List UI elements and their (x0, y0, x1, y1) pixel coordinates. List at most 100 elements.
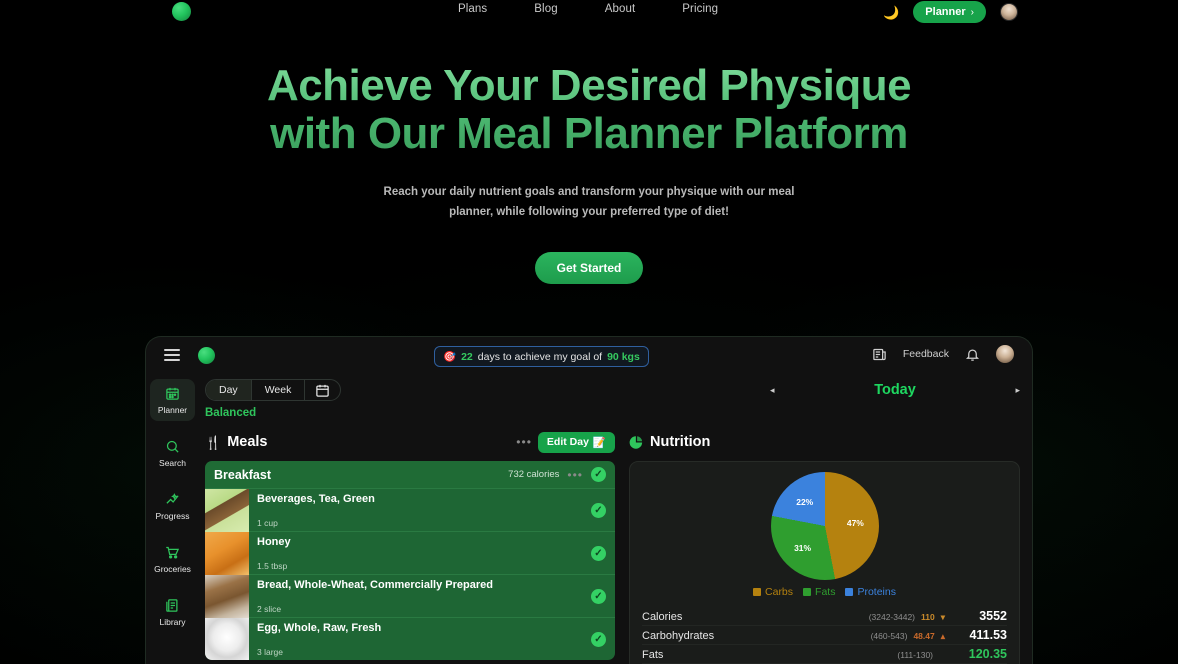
food-quantity: 1.5 tbsp (257, 560, 288, 571)
date-navigation: ◂ Today ▸ (770, 382, 1020, 398)
nutrient-label: Carbohydrates (642, 630, 715, 642)
food-check-icon[interactable]: ✓ (591, 502, 606, 518)
legend-item-proteins: Proteins (845, 586, 896, 598)
legend-swatch-carbs (753, 588, 762, 596)
nutrient-range: (460-543) (870, 631, 908, 641)
pie-chart-icon (629, 435, 644, 450)
food-check-icon[interactable]: ✓ (591, 631, 606, 647)
food-quantity: 1 cup (257, 517, 278, 528)
app-top-bar: 🎯 22 days to achieve my goal of 90 kgs F… (146, 337, 1032, 375)
app-panels: 🍴 Meals ••• Edit Day 📝 Breakfast 732 cal… (205, 431, 1020, 664)
list-item[interactable]: Egg, Whole, Raw, Fresh 3 large ✓ (205, 617, 615, 660)
food-check-icon[interactable]: ✓ (591, 588, 606, 604)
nutrition-card: 47% 31% 22% Carbs Fats Proteins Calories… (629, 461, 1020, 664)
meals-panel: 🍴 Meals ••• Edit Day 📝 Breakfast 732 cal… (205, 431, 615, 664)
food-name: Beverages, Tea, Green (257, 492, 375, 505)
hero-subheading: Reach your daily nutrient goals and tran… (383, 186, 795, 218)
cart-icon (165, 545, 180, 560)
sidebar-item-groceries-label: Groceries (154, 564, 191, 574)
feedback-link[interactable]: Feedback (903, 348, 949, 360)
food-thumbnail-icon (205, 488, 249, 532)
food-thumbnail-icon (205, 531, 249, 575)
sidebar-item-library[interactable]: Library (150, 591, 195, 633)
meal-check-icon[interactable]: ✓ (591, 467, 606, 482)
meals-panel-header: 🍴 Meals ••• Edit Day 📝 (205, 431, 615, 453)
sidebar-item-groceries[interactable]: Groceries (150, 538, 195, 580)
table-row: Fats (111-130) 120.35 (642, 645, 1007, 664)
pie-slice-label-carbs: 47% (846, 518, 864, 529)
app-topbar-right: Feedback (872, 345, 1014, 363)
avatar[interactable] (1000, 3, 1018, 21)
app-logo-icon[interactable] (198, 347, 215, 364)
planner-button[interactable]: Planner › (913, 1, 986, 23)
nav-link-plans[interactable]: Plans (458, 3, 487, 15)
nutrition-panel-header: Nutrition (629, 431, 1020, 453)
app-preview-window: 🎯 22 days to achieve my goal of 90 kgs F… (145, 336, 1033, 664)
search-icon (165, 439, 180, 454)
list-item[interactable]: Beverages, Tea, Green 1 cup ✓ (205, 488, 615, 532)
edit-icon: 📝 (592, 436, 606, 449)
previous-day-button[interactable]: ◂ (770, 385, 775, 396)
sidebar-item-progress[interactable]: Progress (150, 485, 195, 527)
tab-week[interactable]: Week (252, 380, 306, 400)
sidebar-item-library-label: Library (159, 617, 186, 627)
diet-type-label: Balanced (205, 407, 257, 419)
legend-swatch-fats (803, 588, 812, 596)
meals-panel-title: Meals (227, 434, 268, 450)
top-navigation-bar: Plans Blog About Pricing 🌙 Planner › (0, 0, 1178, 24)
hero-heading-line-2: with Our Meal Planner Platform (270, 109, 908, 158)
next-day-button[interactable]: ▸ (1015, 385, 1020, 396)
nutrient-delta-arrow-icon: ▴ (940, 631, 945, 641)
meal-card-breakfast: Breakfast 732 calories ••• ✓ Beverages, … (205, 461, 615, 660)
nutrient-range: (111-130) (897, 650, 933, 660)
nutrition-panel-title: Nutrition (650, 434, 711, 450)
bell-icon[interactable] (965, 347, 980, 362)
macros-pie-chart: 47% 31% 22% (642, 472, 1007, 580)
main-nav-links: Plans Blog About Pricing (458, 3, 718, 15)
pie-slice-label-proteins: 22% (796, 497, 814, 508)
list-item[interactable]: Honey 1.5 tbsp ✓ (205, 531, 615, 575)
progress-icon (165, 492, 180, 507)
pie-chart-graphic: 47% 31% 22% (770, 472, 879, 580)
calendar-icon (165, 386, 180, 401)
day-week-toggle: Day Week (205, 379, 342, 401)
app-avatar[interactable] (996, 345, 1014, 363)
food-quantity: 3 large (257, 646, 283, 657)
nutrient-label: Calories (642, 611, 683, 623)
hero-heading-line-1: Achieve Your Desired Physique (266, 61, 912, 110)
brand-logo-icon[interactable] (172, 2, 191, 21)
meal-header-breakfast[interactable]: Breakfast 732 calories ••• ✓ (205, 461, 615, 488)
nutrient-value: 120.35 (968, 647, 1007, 661)
nav-link-blog[interactable]: Blog (534, 3, 557, 15)
meal-menu-button[interactable]: ••• (567, 468, 583, 482)
tab-day[interactable]: Day (206, 380, 252, 400)
get-started-button[interactable]: Get Started (534, 252, 644, 284)
list-item[interactable]: Bread, Whole-Wheat, Commercially Prepare… (205, 574, 615, 618)
hamburger-icon[interactable] (164, 349, 180, 361)
app-body: Planner Search Progress Groceries Librar… (146, 375, 1032, 664)
sidebar-item-search[interactable]: Search (150, 432, 195, 474)
meals-menu-button[interactable]: ••• (516, 435, 532, 449)
sidebar-item-planner[interactable]: Planner (150, 379, 195, 421)
calendar-picker-button[interactable] (305, 380, 340, 400)
legend-item-carbs: Carbs (753, 586, 793, 598)
moon-icon[interactable]: 🌙 (883, 6, 899, 19)
nav-link-about[interactable]: About (605, 3, 636, 15)
table-row: Carbohydrates (460-543) 48.47 ▴ 411.53 (642, 626, 1007, 645)
nav-right-controls: 🌙 Planner › (883, 0, 1018, 24)
nutrient-delta: 48.47 (913, 631, 935, 641)
book-icon (165, 598, 180, 613)
nutrition-table: Calories (3242-3442) 110 ▾ 3552 Carbohyd… (642, 607, 1007, 664)
app-sidebar: Planner Search Progress Groceries Librar… (146, 375, 199, 664)
nutrient-value: 411.53 (969, 628, 1007, 642)
fork-knife-icon: 🍴 (205, 434, 222, 450)
legend-item-fats: Fats (803, 586, 835, 598)
nutrient-range: (3242-3442) (868, 612, 915, 622)
hero-section: Achieve Your Desired Physique with Our M… (0, 62, 1178, 284)
news-icon[interactable] (872, 347, 887, 362)
goal-banner[interactable]: 🎯 22 days to achieve my goal of 90 kgs (434, 346, 649, 367)
nav-link-pricing[interactable]: Pricing (682, 3, 718, 15)
sidebar-item-planner-label: Planner (157, 405, 188, 415)
edit-day-button[interactable]: Edit Day 📝 (537, 431, 615, 453)
food-check-icon[interactable]: ✓ (591, 545, 606, 561)
